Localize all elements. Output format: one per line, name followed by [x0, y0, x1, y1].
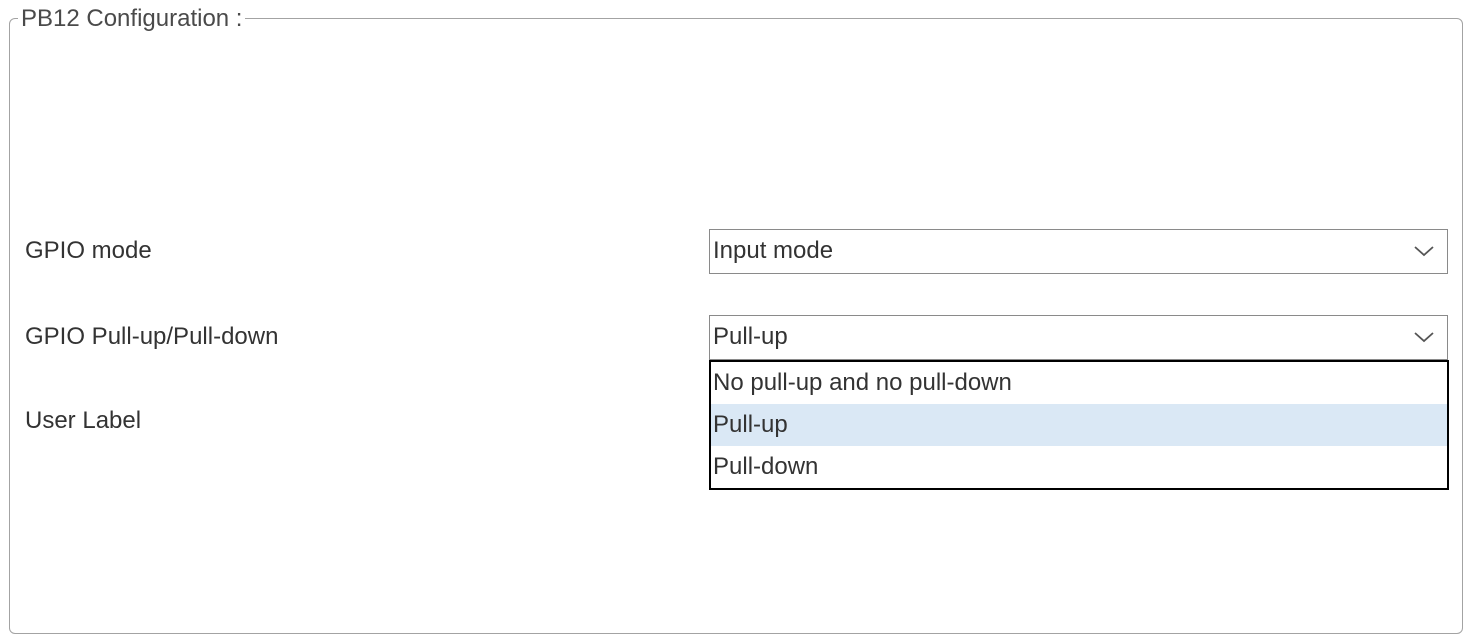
chevron-down-icon — [1414, 246, 1434, 257]
panel-title: PB12 Configuration : — [18, 5, 246, 33]
chevron-down-icon — [1414, 332, 1434, 343]
gpio-mode-label: GPIO mode — [25, 237, 152, 264]
gpio-mode-value: Input mode — [713, 237, 834, 264]
user-label-label: User Label — [25, 407, 142, 434]
dropdown-option-label: Pull-up — [713, 411, 788, 438]
dropdown-option-label: No pull-up and no pull-down — [713, 369, 1012, 396]
gpio-pull-dropdown-list: No pull-up and no pull-down Pull-up Pull… — [709, 360, 1449, 490]
gpio-pull-select[interactable]: Pull-up — [709, 315, 1448, 360]
dropdown-option-label: Pull-down — [713, 453, 819, 480]
gpio-mode-select[interactable]: Input mode — [709, 229, 1448, 274]
gpio-pull-label: GPIO Pull-up/Pull-down — [25, 323, 279, 350]
dropdown-option-no-pull[interactable]: No pull-up and no pull-down — [711, 362, 1447, 404]
gpio-pull-value: Pull-up — [713, 323, 788, 350]
dropdown-option-pull-down[interactable]: Pull-down — [711, 446, 1447, 488]
dropdown-option-pull-up[interactable]: Pull-up — [711, 404, 1447, 446]
